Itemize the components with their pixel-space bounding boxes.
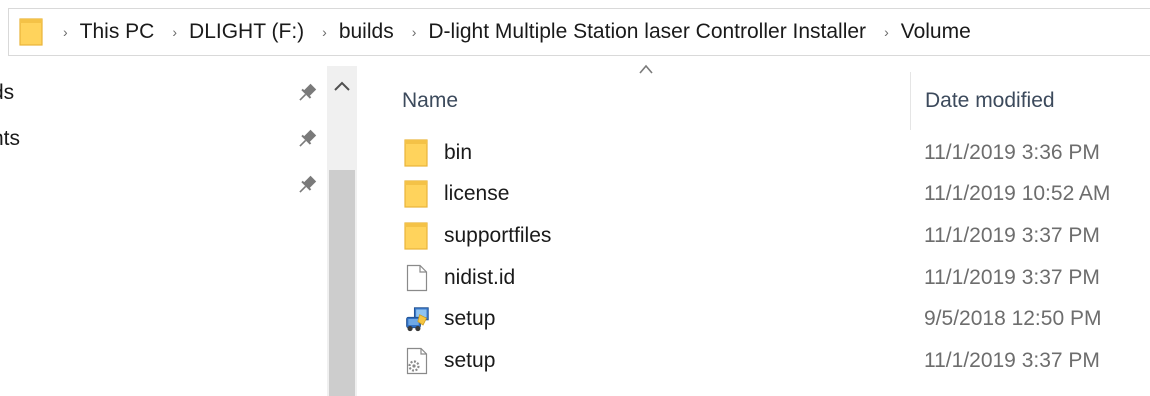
nav-item-quick-access-3[interactable] [0, 163, 322, 207]
breadcrumb-volume[interactable]: Volume [901, 20, 971, 44]
breadcrumb-separator-icon[interactable]: › [63, 24, 68, 40]
file-date-modified: 11/1/2019 3:37 PM [924, 348, 1100, 372]
file-date-modified: 11/1/2019 3:37 PM [924, 265, 1100, 289]
file-name[interactable]: setup [444, 307, 495, 331]
file-date-modified: 11/1/2019 10:52 AM [924, 182, 1111, 206]
pin-icon[interactable] [295, 81, 319, 105]
file-date-modified: 9/5/2018 12:50 PM [924, 307, 1102, 331]
folder-icon [404, 222, 430, 250]
file-icon [404, 264, 430, 292]
file-date-modified: 11/1/2019 3:36 PM [924, 140, 1100, 164]
address-bar[interactable]: › This PC › DLIGHT (F:) › builds › D-lig… [8, 8, 1150, 56]
breadcrumb-separator-icon[interactable]: › [172, 24, 177, 40]
navigation-pane: ds nts [0, 66, 357, 396]
pin-icon[interactable] [295, 127, 319, 151]
breadcrumb-this-pc[interactable]: This PC [80, 20, 155, 44]
folder-icon [404, 139, 430, 167]
breadcrumb-installer-folder[interactable]: D-light Multiple Station laser Controlle… [428, 20, 866, 44]
file-explorer-window: › This PC › DLIGHT (F:) › builds › D-lig… [0, 0, 1150, 396]
installer-icon [404, 305, 430, 333]
file-name[interactable]: bin [444, 141, 472, 165]
nav-item-label: ds [0, 81, 15, 104]
breadcrumb-drive[interactable]: DLIGHT (F:) [189, 20, 304, 44]
chevron-up-icon[interactable] [327, 66, 357, 106]
breadcrumb-builds[interactable]: builds [339, 20, 394, 44]
settings-file-icon [404, 347, 430, 375]
column-header-date-modified[interactable]: Date modified [910, 72, 1150, 130]
folder-icon [19, 18, 45, 46]
pin-icon[interactable] [295, 173, 319, 197]
folder-icon [404, 180, 430, 208]
list-item[interactable]: license 11/1/2019 10:52 AM [360, 174, 1150, 216]
list-item[interactable]: nidist.id 11/1/2019 3:37 PM [360, 257, 1150, 299]
scrollbar-thumb[interactable] [329, 170, 355, 396]
list-item[interactable]: setup 9/5/2018 12:50 PM [360, 298, 1150, 340]
nav-item-quick-access-2[interactable]: nts [0, 117, 322, 161]
list-item[interactable]: bin 11/1/2019 3:36 PM [360, 132, 1150, 174]
breadcrumb-separator-icon[interactable]: › [884, 24, 889, 40]
nav-item-quick-access-1[interactable]: ds [0, 71, 322, 115]
file-name[interactable]: setup [444, 349, 495, 373]
list-item[interactable]: setup 11/1/2019 3:37 PM [360, 340, 1150, 382]
file-name[interactable]: license [444, 182, 509, 206]
list-item[interactable]: supportfiles 11/1/2019 3:37 PM [360, 215, 1150, 257]
file-name[interactable]: supportfiles [444, 224, 551, 248]
nav-item-label: nts [0, 127, 21, 150]
file-date-modified: 11/1/2019 3:37 PM [924, 223, 1100, 247]
breadcrumb-separator-icon[interactable]: › [322, 24, 327, 40]
breadcrumb-separator-icon[interactable]: › [412, 24, 417, 40]
column-header-name[interactable]: Name [360, 72, 912, 130]
file-list: Name Date modified bin 11/1/2019 3:36 PM [360, 56, 1150, 396]
file-rows: bin 11/1/2019 3:36 PM license 11/1/2019 … [360, 132, 1150, 382]
file-name[interactable]: nidist.id [444, 266, 515, 290]
nav-pane-scrollbar[interactable] [327, 66, 357, 396]
